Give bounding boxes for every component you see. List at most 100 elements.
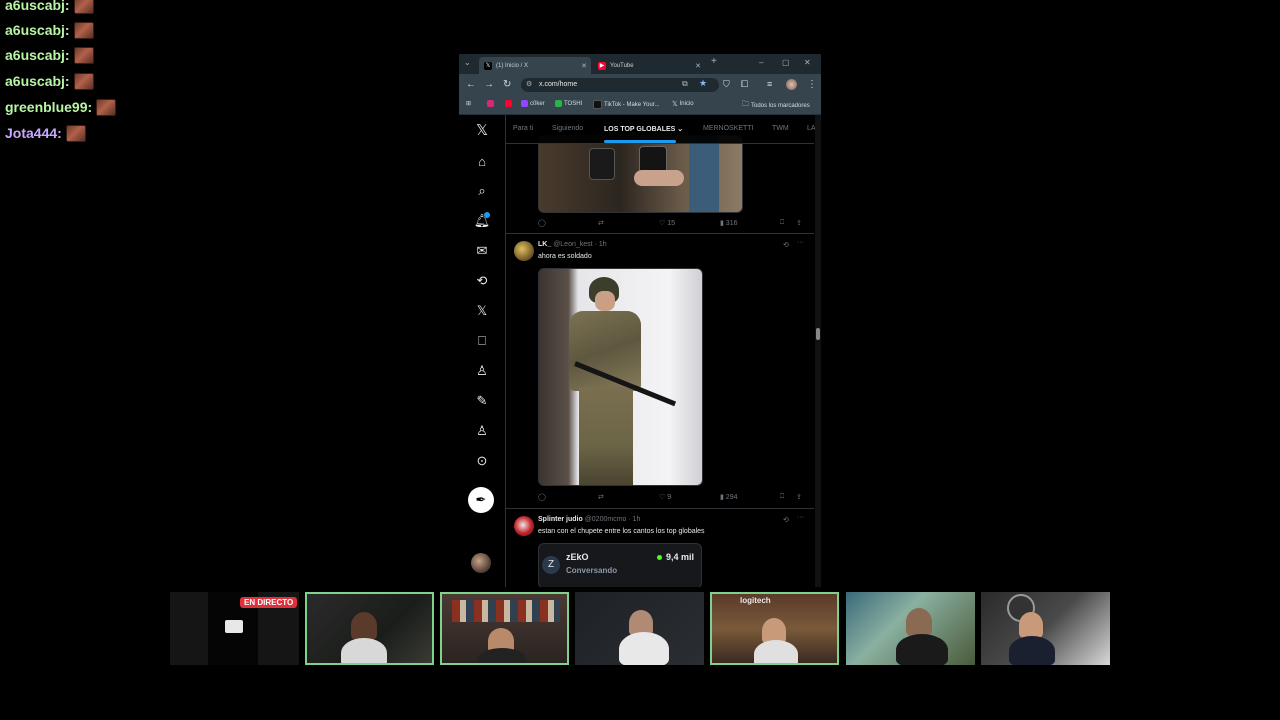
views-button[interactable]: ▮ 316 (720, 219, 737, 227)
more-options-icon[interactable]: ··· (797, 239, 804, 246)
communities-icon[interactable]: ♙ (473, 362, 491, 380)
new-tab-icon[interactable]: + (711, 56, 717, 67)
divider (506, 233, 814, 234)
timeline-tabs: Para ti Siguiendo LOS TOP GLOBALES ⌄ MER… (506, 115, 816, 144)
account-avatar[interactable] (471, 553, 491, 573)
extension-shield-icon[interactable]: ⛉ (723, 79, 730, 90)
install-app-icon[interactable]: ⧉ (682, 79, 688, 89)
address-bar[interactable]: ⚙ x.com/home ⧉ ★ (521, 78, 719, 92)
post-header: LK_ @Leon_kest · 1h (538, 241, 607, 248)
kick-stream-card[interactable]: Z zEkO Conversando 9,4 mil (538, 543, 702, 587)
tab-youtube[interactable]: ▶ YouTube ✕ (593, 57, 705, 74)
messages-icon[interactable]: ✉ (473, 242, 491, 260)
maximize-icon[interactable]: ▢ (782, 58, 790, 67)
chat-username: a6uscabj: (5, 47, 70, 63)
post-avatar[interactable] (514, 516, 534, 536)
tab-mernosketti[interactable]: MERNOSKETTI (703, 125, 754, 132)
author-handle[interactable]: @0200mcmo (585, 516, 627, 523)
compose-icon[interactable]: ✎ (473, 392, 491, 410)
scrollbar[interactable] (815, 115, 821, 587)
apps-grid-icon[interactable]: ⊞ (466, 100, 471, 107)
bookmark-inicio[interactable]: 𝕏 Inicio (672, 100, 694, 108)
scrollbar-thumb[interactable] (816, 328, 820, 340)
profile-avatar-icon[interactable] (786, 79, 797, 90)
views-button[interactable]: ▮ 294 (720, 493, 737, 501)
bookmark-instagram[interactable] (487, 100, 494, 107)
like-button[interactable]: ♡ 9 (659, 493, 671, 501)
home-icon[interactable]: ⌂ (473, 152, 491, 170)
tab-strip: ⌄ 𝕏 (1) Inicio / X ✕ ▶ YouTube ✕ + – ▢ ✕ (459, 54, 821, 74)
repost-icon[interactable]: ⇄ (598, 219, 604, 227)
close-tab-icon[interactable]: ✕ (581, 62, 587, 70)
reply-icon[interactable]: ◯ (538, 493, 546, 501)
profile-icon[interactable]: ♙ (473, 422, 491, 440)
author-handle[interactable]: @Leon_kest (553, 241, 592, 248)
close-tab-icon[interactable]: ✕ (695, 62, 701, 70)
post-button[interactable]: ✒ (468, 487, 494, 513)
like-button[interactable]: ♡ 15 (659, 219, 675, 227)
bookmarks-icon[interactable]: ⎕ (473, 332, 491, 350)
tab-siguiendo[interactable]: Siguiendo (552, 125, 583, 132)
notification-badge (484, 212, 490, 218)
post-avatar[interactable] (514, 241, 534, 261)
bookmark-post-icon[interactable]: ⎕ (780, 493, 784, 501)
grok-icon[interactable]: ⟲ (473, 272, 491, 290)
tab-para-ti[interactable]: Para ti (513, 125, 533, 132)
grok-icon[interactable]: ⟲ (783, 516, 789, 524)
bookmark-star-icon[interactable]: ★ (699, 78, 707, 89)
emote-icon (65, 124, 86, 142)
webcam-feed[interactable] (846, 592, 975, 665)
minimize-icon[interactable]: – (759, 58, 763, 67)
post-text: ahora es soldado (538, 253, 592, 260)
share-icon[interactable]: ⇪ (796, 493, 802, 501)
post-header: Splinter judio @0200mcmo · 1h (538, 516, 640, 523)
card-title: zEkO (566, 552, 589, 562)
tab-x-home[interactable]: 𝕏 (1) Inicio / X ✕ (479, 57, 591, 74)
reply-icon[interactable]: ◯ (538, 219, 546, 227)
chat-username: Jota444: (5, 125, 62, 141)
x-premium-icon[interactable]: 𝕏 (473, 302, 491, 320)
instagram-icon (487, 100, 494, 107)
site-info-icon[interactable]: ⚙ (526, 80, 532, 88)
webcam-feed[interactable] (440, 592, 569, 665)
bookmark-post-icon[interactable]: ⎕ (780, 219, 784, 227)
chat-username: a6uscabj: (5, 73, 70, 89)
author-name[interactable]: LK_ (538, 241, 551, 248)
back-icon[interactable]: ← (466, 79, 476, 90)
webcam-feed[interactable] (981, 592, 1110, 665)
tiktok-icon (593, 100, 602, 109)
reload-icon[interactable]: ↻ (503, 79, 511, 90)
post-image[interactable] (538, 135, 743, 213)
post-time[interactable]: · 1h (595, 241, 607, 248)
bookmark-youtube[interactable] (505, 100, 512, 107)
x-logo-icon[interactable]: 𝕏 (473, 121, 491, 139)
bookmark-c0ker[interactable]: c0ker (521, 100, 545, 107)
webcam-feed[interactable]: logitech (710, 592, 839, 665)
author-name[interactable]: Splinter judio (538, 516, 583, 523)
post-time[interactable]: · 1h (628, 516, 640, 523)
more-options-icon[interactable]: ··· (797, 514, 804, 521)
tab-los-top-globales[interactable]: LOS TOP GLOBALES ⌄ (604, 125, 683, 133)
repost-icon[interactable]: ⇄ (598, 493, 604, 501)
active-tab-indicator (604, 140, 676, 143)
more-icon[interactable]: ⊙ (473, 452, 491, 470)
tab-twm[interactable]: TWM (772, 125, 789, 132)
bookmark-toshi[interactable]: TOSHI (555, 100, 582, 107)
grok-icon[interactable]: ⟲ (783, 241, 789, 249)
webcam-feed[interactable] (575, 592, 704, 665)
search-icon[interactable]: ⌕ (473, 182, 491, 200)
forward-icon[interactable]: → (484, 79, 494, 90)
chevron-down-icon: ⌄ (677, 126, 684, 133)
extensions-icon[interactable]: ⧠ (741, 79, 748, 90)
tab-search-icon[interactable]: ⌄ (464, 58, 471, 67)
menu-icon[interactable]: ⋮ (807, 79, 817, 90)
media-control-icon[interactable]: ≡ (767, 79, 772, 89)
stream-preview-live[interactable]: EN DIRECTO (170, 592, 299, 665)
close-window-icon[interactable]: ✕ (804, 58, 811, 67)
all-bookmarks-folder[interactable]: 🗀 Todos los marcadores (742, 100, 810, 111)
share-icon[interactable]: ⇪ (796, 219, 802, 227)
bookmark-tiktok[interactable]: TikTok - Make Your... (593, 100, 659, 109)
post-image[interactable] (538, 268, 703, 486)
chat-message: a6uscabj: (5, 19, 94, 41)
webcam-feed[interactable] (305, 592, 434, 665)
